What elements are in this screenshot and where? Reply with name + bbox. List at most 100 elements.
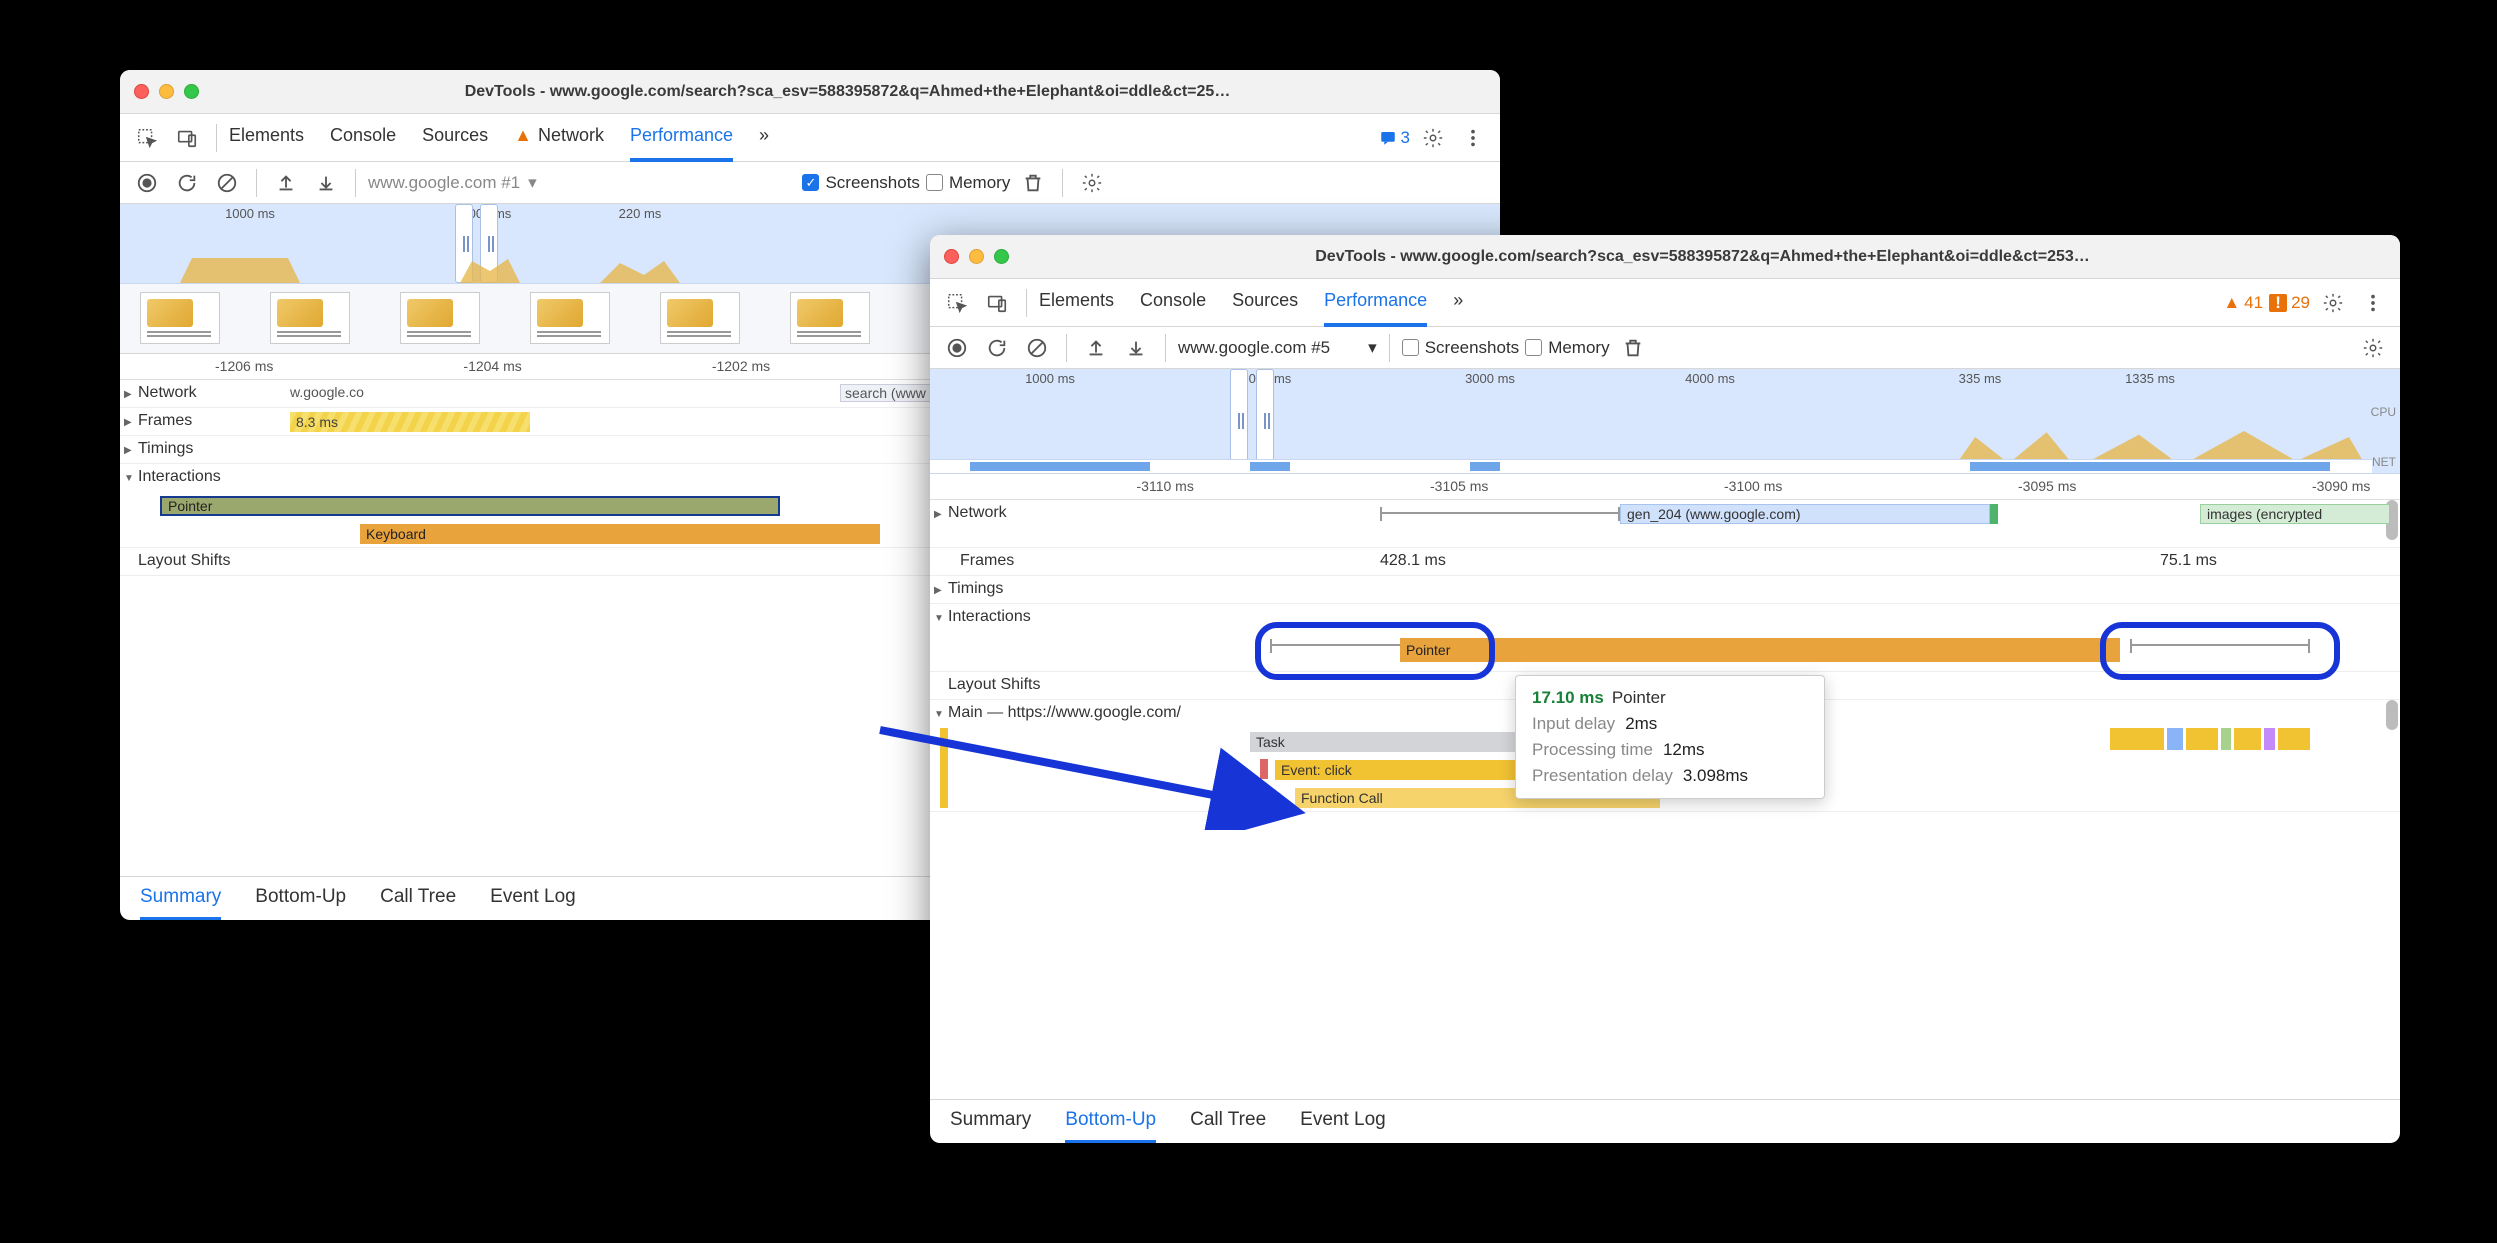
performance-toolbar: www.google.com #5 ▾ Screenshots Memory bbox=[930, 327, 2400, 369]
tab-more[interactable]: » bbox=[759, 114, 769, 162]
device-toggle-icon[interactable] bbox=[980, 286, 1014, 320]
btab-eventlog[interactable]: Event Log bbox=[490, 877, 576, 921]
tab-console[interactable]: Console bbox=[1140, 279, 1206, 327]
warnings-count: 41 bbox=[2244, 293, 2263, 313]
btab-summary[interactable]: Summary bbox=[140, 877, 221, 921]
minimize-icon[interactable] bbox=[969, 249, 984, 264]
memory-checkbox[interactable]: Memory bbox=[926, 173, 1010, 193]
inspect-icon[interactable] bbox=[130, 121, 164, 155]
flame-chart[interactable]: ▶Network gen_204 (www.google.com) images… bbox=[930, 500, 2400, 1099]
btab-summary[interactable]: Summary bbox=[950, 1100, 1031, 1144]
performance-toolbar: www.google.com #1 ▾ Screenshots Memory bbox=[120, 162, 1500, 204]
close-icon[interactable] bbox=[944, 249, 959, 264]
network-item[interactable]: w.google.co bbox=[290, 384, 364, 400]
window-title: DevTools - www.google.com/search?sca_esv… bbox=[209, 83, 1486, 101]
gear-icon[interactable] bbox=[2316, 286, 2350, 320]
trash-icon[interactable] bbox=[1016, 166, 1050, 200]
btab-calltree[interactable]: Call Tree bbox=[1190, 1100, 1266, 1144]
gear-icon[interactable] bbox=[1075, 166, 1109, 200]
tab-more[interactable]: » bbox=[1453, 279, 1463, 327]
close-icon[interactable] bbox=[134, 84, 149, 99]
download-icon[interactable] bbox=[1119, 331, 1153, 365]
track-main[interactable]: ▼Main — https://www.google.com/ bbox=[930, 700, 1350, 728]
tab-elements[interactable]: Elements bbox=[1039, 279, 1114, 327]
device-toggle-icon[interactable] bbox=[170, 121, 204, 155]
tab-network[interactable]: ▲Network bbox=[514, 114, 604, 162]
track-network[interactable]: ▶Network bbox=[120, 380, 290, 407]
screenshots-checkbox[interactable]: Screenshots bbox=[1402, 338, 1520, 358]
ruler-tick: -1202 ms bbox=[712, 358, 770, 374]
interaction-tooltip: 17.10 msPointer Input delay2ms Processin… bbox=[1515, 675, 1825, 799]
btab-bottomup[interactable]: Bottom-Up bbox=[1065, 1100, 1156, 1144]
interaction-pointer-bar[interactable]: Pointer bbox=[1400, 638, 2120, 662]
gear-icon[interactable] bbox=[1416, 121, 1450, 155]
issues-badge[interactable]: 3 bbox=[1379, 128, 1410, 148]
overview-handle[interactable] bbox=[1256, 369, 1274, 473]
record-icon[interactable] bbox=[940, 331, 974, 365]
btab-eventlog[interactable]: Event Log bbox=[1300, 1100, 1386, 1144]
maximize-icon[interactable] bbox=[184, 84, 199, 99]
reload-icon[interactable] bbox=[170, 166, 204, 200]
ruler-tick: -3090 ms bbox=[2312, 478, 2370, 494]
gear-icon[interactable] bbox=[2356, 331, 2390, 365]
clear-icon[interactable] bbox=[210, 166, 244, 200]
kebab-icon[interactable] bbox=[2356, 286, 2390, 320]
overview-tick: 1000 ms bbox=[1025, 371, 1075, 386]
filmstrip-thumb[interactable] bbox=[140, 292, 220, 344]
btab-calltree[interactable]: Call Tree bbox=[380, 877, 456, 921]
warnings-badge[interactable]: ▲ 41 bbox=[2223, 293, 2263, 313]
interaction-pointer-bar[interactable]: Pointer bbox=[160, 496, 780, 516]
track-layout-shifts[interactable]: Layout Shifts bbox=[120, 548, 290, 575]
track-timings[interactable]: ▶Timings bbox=[930, 576, 1060, 603]
network-item[interactable]: images (encrypted bbox=[2200, 504, 2390, 524]
inspect-icon[interactable] bbox=[940, 286, 974, 320]
filmstrip-thumb[interactable] bbox=[270, 292, 350, 344]
separator bbox=[1026, 289, 1027, 317]
tab-sources[interactable]: Sources bbox=[1232, 279, 1298, 327]
tooltip-name: Pointer bbox=[1612, 688, 1666, 708]
main-gutter bbox=[930, 784, 1100, 811]
track-frames[interactable]: ▶Frames bbox=[120, 408, 290, 435]
upload-icon[interactable] bbox=[269, 166, 303, 200]
tab-performance[interactable]: Performance bbox=[1324, 279, 1427, 327]
timeline-ruler[interactable]: -3110 ms -3105 ms -3100 ms -3095 ms -309… bbox=[930, 474, 2400, 500]
screenshots-checkbox[interactable]: Screenshots bbox=[802, 173, 920, 193]
memory-checkbox[interactable]: Memory bbox=[1525, 338, 1609, 358]
recording-select[interactable]: www.google.com #1 ▾ bbox=[368, 173, 537, 193]
tooltip-key: Presentation delay bbox=[1532, 766, 1673, 786]
minimize-icon[interactable] bbox=[159, 84, 174, 99]
errors-badge[interactable]: !29 bbox=[2269, 293, 2310, 313]
tab-performance[interactable]: Performance bbox=[630, 114, 733, 162]
record-icon[interactable] bbox=[130, 166, 164, 200]
interaction-row bbox=[930, 632, 1100, 671]
kebab-icon[interactable] bbox=[1456, 121, 1490, 155]
timeline-overview[interactable]: 1000 ms 000 ms 3000 ms 4000 ms 335 ms 13… bbox=[930, 369, 2400, 474]
filmstrip-thumb[interactable] bbox=[660, 292, 740, 344]
overview-handle[interactable] bbox=[1230, 369, 1248, 473]
tab-sources[interactable]: Sources bbox=[422, 114, 488, 162]
track-frames[interactable]: Frames bbox=[930, 548, 1060, 575]
filmstrip-thumb[interactable] bbox=[790, 292, 870, 344]
track-timings[interactable]: ▶Timings bbox=[120, 436, 290, 463]
filmstrip-thumb[interactable] bbox=[530, 292, 610, 344]
btab-bottomup[interactable]: Bottom-Up bbox=[255, 877, 346, 921]
network-item[interactable]: gen_204 (www.google.com) bbox=[1620, 504, 1990, 524]
reload-icon[interactable] bbox=[980, 331, 1014, 365]
maximize-icon[interactable] bbox=[994, 249, 1009, 264]
network-item[interactable]: search (www bbox=[840, 384, 931, 402]
download-icon[interactable] bbox=[309, 166, 343, 200]
filmstrip-thumb[interactable] bbox=[400, 292, 480, 344]
recording-select[interactable]: www.google.com #5 ▾ bbox=[1178, 338, 1377, 358]
clear-icon[interactable] bbox=[1020, 331, 1054, 365]
upload-icon[interactable] bbox=[1079, 331, 1113, 365]
track-interactions[interactable]: ▼Interactions bbox=[930, 604, 1100, 632]
tab-elements[interactable]: Elements bbox=[229, 114, 304, 162]
trash-icon[interactable] bbox=[1616, 331, 1650, 365]
track-layout-shifts[interactable]: Layout Shifts bbox=[930, 672, 1100, 699]
track-interactions[interactable]: ▼Interactions bbox=[120, 464, 290, 492]
checkbox-icon bbox=[802, 174, 819, 191]
frame-bar[interactable]: 8.3 ms bbox=[290, 412, 530, 432]
interaction-keyboard-bar[interactable]: Keyboard bbox=[360, 524, 880, 544]
tab-console[interactable]: Console bbox=[330, 114, 396, 162]
track-network[interactable]: ▶Network bbox=[930, 500, 1060, 547]
